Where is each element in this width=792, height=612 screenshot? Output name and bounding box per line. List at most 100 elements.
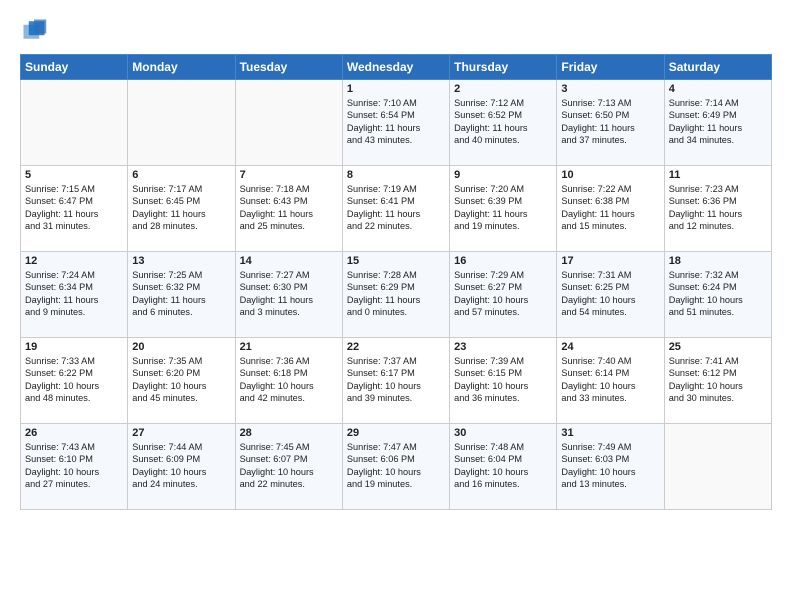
- calendar-cell: 18 Sunrise: 7:32 AM Sunset: 6:24 PM Dayli…: [664, 252, 771, 338]
- cell-text: Sunrise: 7:31 AM Sunset: 6:25 PM Dayligh…: [561, 269, 659, 319]
- calendar-cell: 2 Sunrise: 7:12 AM Sunset: 6:52 PM Daylig…: [450, 80, 557, 166]
- calendar-week-row: 12 Sunrise: 7:24 AM Sunset: 6:34 PM Dayli…: [21, 252, 772, 338]
- cell-text: Sunrise: 7:22 AM Sunset: 6:38 PM Dayligh…: [561, 183, 659, 233]
- day-number: 2: [454, 83, 552, 95]
- calendar-cell: 5Sunrise: 7:15 AM Sunset: 6:47 PM Daylig…: [21, 166, 128, 252]
- cell-text: Sunrise: 7:32 AM Sunset: 6:24 PM Dayligh…: [669, 269, 767, 319]
- logo: [20, 16, 52, 44]
- calendar-cell: 30 Sunrise: 7:48 AM Sunset: 6:04 PM Dayli…: [450, 424, 557, 510]
- calendar-week-row: 26 Sunrise: 7:43 AM Sunset: 6:10 PM Dayli…: [21, 424, 772, 510]
- calendar-cell: 1Sunrise: 7:10 AM Sunset: 6:54 PM Daylig…: [342, 80, 449, 166]
- calendar-cell: 22 Sunrise: 7:37 AM Sunset: 6:17 PM Dayli…: [342, 338, 449, 424]
- calendar-header-monday: Monday: [128, 55, 235, 80]
- day-number: 1: [347, 83, 445, 95]
- cell-text: Sunrise: 7:39 AM Sunset: 6:15 PM Dayligh…: [454, 355, 552, 405]
- calendar-header-row: SundayMondayTuesdayWednesdayThursdayFrid…: [21, 55, 772, 80]
- cell-text: Sunrise: 7:47 AM Sunset: 6:06 PM Dayligh…: [347, 441, 445, 491]
- calendar-cell: 25 Sunrise: 7:41 AM Sunset: 6:12 PM Dayli…: [664, 338, 771, 424]
- header: [20, 16, 772, 44]
- calendar-header-sunday: Sunday: [21, 55, 128, 80]
- day-number: 9: [454, 169, 552, 181]
- day-number: 17: [561, 255, 659, 267]
- day-number: 26: [25, 427, 123, 439]
- calendar-header-thursday: Thursday: [450, 55, 557, 80]
- calendar-cell: 26 Sunrise: 7:43 AM Sunset: 6:10 PM Dayli…: [21, 424, 128, 510]
- day-number: 23: [454, 341, 552, 353]
- calendar-table: SundayMondayTuesdayWednesdayThursdayFrid…: [20, 54, 772, 510]
- day-number: 13: [132, 255, 230, 267]
- calendar-cell: 24 Sunrise: 7:40 AM Sunset: 6:14 PM Dayli…: [557, 338, 664, 424]
- day-number: 29: [347, 427, 445, 439]
- cell-text: Sunrise: 7:36 AM Sunset: 6:18 PM Dayligh…: [240, 355, 338, 405]
- cell-text: Sunrise: 7:12 AM Sunset: 6:52 PM Dayligh…: [454, 97, 552, 147]
- calendar-cell: 10 Sunrise: 7:22 AM Sunset: 6:38 PM Dayli…: [557, 166, 664, 252]
- cell-text: Sunrise: 7:24 AM Sunset: 6:34 PM Dayligh…: [25, 269, 123, 319]
- cell-text: Sunrise: 7:23 AM Sunset: 6:36 PM Dayligh…: [669, 183, 767, 233]
- day-number: 27: [132, 427, 230, 439]
- day-number: 25: [669, 341, 767, 353]
- day-number: 3: [561, 83, 659, 95]
- calendar-cell: [128, 80, 235, 166]
- cell-text: Sunrise: 7:48 AM Sunset: 6:04 PM Dayligh…: [454, 441, 552, 491]
- calendar-cell: 9 Sunrise: 7:20 AM Sunset: 6:39 PM Daylig…: [450, 166, 557, 252]
- calendar-cell: 6Sunrise: 7:17 AM Sunset: 6:45 PM Daylig…: [128, 166, 235, 252]
- cell-text: Sunrise: 7:14 AM Sunset: 6:49 PM Dayligh…: [669, 97, 767, 147]
- logo-icon: [20, 16, 48, 44]
- day-number: 21: [240, 341, 338, 353]
- day-number: 28: [240, 427, 338, 439]
- day-number: 8: [347, 169, 445, 181]
- calendar-cell: 3Sunrise: 7:13 AM Sunset: 6:50 PM Daylig…: [557, 80, 664, 166]
- calendar-cell: 12 Sunrise: 7:24 AM Sunset: 6:34 PM Dayli…: [21, 252, 128, 338]
- calendar-week-row: 1Sunrise: 7:10 AM Sunset: 6:54 PM Daylig…: [21, 80, 772, 166]
- day-number: 4: [669, 83, 767, 95]
- day-number: 18: [669, 255, 767, 267]
- cell-text: Sunrise: 7:19 AM Sunset: 6:41 PM Dayligh…: [347, 183, 445, 233]
- day-number: 15: [347, 255, 445, 267]
- calendar-cell: 19Sunrise: 7:33 AM Sunset: 6:22 PM Dayli…: [21, 338, 128, 424]
- day-number: 22: [347, 341, 445, 353]
- calendar-cell: 27Sunrise: 7:44 AM Sunset: 6:09 PM Dayli…: [128, 424, 235, 510]
- cell-text: Sunrise: 7:29 AM Sunset: 6:27 PM Dayligh…: [454, 269, 552, 319]
- cell-text: Sunrise: 7:27 AM Sunset: 6:30 PM Dayligh…: [240, 269, 338, 319]
- calendar-cell: 21 Sunrise: 7:36 AM Sunset: 6:18 PM Dayli…: [235, 338, 342, 424]
- calendar-cell: [235, 80, 342, 166]
- day-number: 20: [132, 341, 230, 353]
- calendar-week-row: 5Sunrise: 7:15 AM Sunset: 6:47 PM Daylig…: [21, 166, 772, 252]
- calendar-cell: [664, 424, 771, 510]
- day-number: 7: [240, 169, 338, 181]
- calendar-week-row: 19Sunrise: 7:33 AM Sunset: 6:22 PM Dayli…: [21, 338, 772, 424]
- cell-text: Sunrise: 7:25 AM Sunset: 6:32 PM Dayligh…: [132, 269, 230, 319]
- day-number: 19: [25, 341, 123, 353]
- cell-text: Sunrise: 7:18 AM Sunset: 6:43 PM Dayligh…: [240, 183, 338, 233]
- cell-text: Sunrise: 7:40 AM Sunset: 6:14 PM Dayligh…: [561, 355, 659, 405]
- calendar-cell: 17 Sunrise: 7:31 AM Sunset: 6:25 PM Dayli…: [557, 252, 664, 338]
- day-number: 6: [132, 169, 230, 181]
- cell-text: Sunrise: 7:43 AM Sunset: 6:10 PM Dayligh…: [25, 441, 123, 491]
- cell-text: Sunrise: 7:45 AM Sunset: 6:07 PM Dayligh…: [240, 441, 338, 491]
- day-number: 12: [25, 255, 123, 267]
- day-number: 24: [561, 341, 659, 353]
- calendar-cell: 13 Sunrise: 7:25 AM Sunset: 6:32 PM Dayli…: [128, 252, 235, 338]
- cell-text: Sunrise: 7:28 AM Sunset: 6:29 PM Dayligh…: [347, 269, 445, 319]
- day-number: 14: [240, 255, 338, 267]
- calendar-cell: 4 Sunrise: 7:14 AM Sunset: 6:49 PM Daylig…: [664, 80, 771, 166]
- calendar-header-wednesday: Wednesday: [342, 55, 449, 80]
- day-number: 30: [454, 427, 552, 439]
- calendar-cell: 20 Sunrise: 7:35 AM Sunset: 6:20 PM Dayli…: [128, 338, 235, 424]
- day-number: 31: [561, 427, 659, 439]
- cell-text: Sunrise: 7:20 AM Sunset: 6:39 PM Dayligh…: [454, 183, 552, 233]
- cell-text: Sunrise: 7:49 AM Sunset: 6:03 PM Dayligh…: [561, 441, 659, 491]
- cell-text: Sunrise: 7:37 AM Sunset: 6:17 PM Dayligh…: [347, 355, 445, 405]
- day-number: 16: [454, 255, 552, 267]
- calendar-cell: 11 Sunrise: 7:23 AM Sunset: 6:36 PM Dayli…: [664, 166, 771, 252]
- cell-text: Sunrise: 7:35 AM Sunset: 6:20 PM Dayligh…: [132, 355, 230, 405]
- calendar-header-saturday: Saturday: [664, 55, 771, 80]
- cell-text: Sunrise: 7:41 AM Sunset: 6:12 PM Dayligh…: [669, 355, 767, 405]
- calendar-cell: 16 Sunrise: 7:29 AM Sunset: 6:27 PM Dayli…: [450, 252, 557, 338]
- calendar-cell: 23 Sunrise: 7:39 AM Sunset: 6:15 PM Dayli…: [450, 338, 557, 424]
- day-number: 11: [669, 169, 767, 181]
- calendar-header-friday: Friday: [557, 55, 664, 80]
- calendar-cell: 29 Sunrise: 7:47 AM Sunset: 6:06 PM Dayli…: [342, 424, 449, 510]
- calendar-cell: 7 Sunrise: 7:18 AM Sunset: 6:43 PM Daylig…: [235, 166, 342, 252]
- day-number: 10: [561, 169, 659, 181]
